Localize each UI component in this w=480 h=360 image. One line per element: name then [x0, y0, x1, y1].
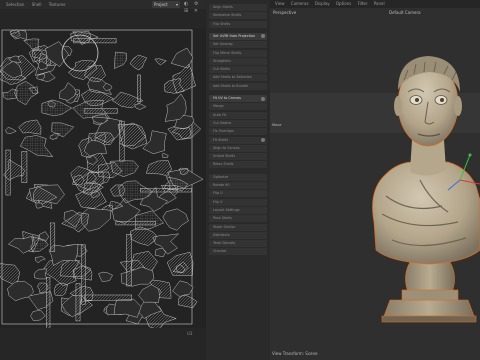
uv-menu-selection[interactable]: Selection [6, 2, 24, 7]
command-button-label: Normalize Shells [213, 13, 242, 18]
command-button[interactable]: Unfold Shells [209, 153, 267, 161]
command-button-label: Rotate 90 [213, 183, 230, 187]
command-button-label: Align to Canvas [213, 145, 240, 150]
command-button[interactable]: Add Shells to Selection [209, 74, 267, 82]
command-button[interactable]: Fix Overlaps [209, 128, 267, 136]
command-button[interactable]: Set UVMI from Projection [209, 32, 267, 40]
command-button[interactable]: Straighten [209, 57, 267, 65]
command-button[interactable]: Merge [209, 103, 267, 111]
gear-icon [261, 96, 265, 101]
command-button[interactable]: Set Unwrap [209, 41, 267, 49]
command-button[interactable]: Cut Shells [209, 66, 267, 74]
command-button[interactable]: Flip U [209, 190, 267, 198]
command-button[interactable]: Relax Shells [209, 161, 267, 169]
command-button-label: Flip Mirror Shells [213, 50, 242, 55]
command-button[interactable]: Align to Canvas [209, 144, 267, 152]
command-button-label: Relax Shells [213, 162, 234, 167]
command-button-label: Add Shells to Bundle [213, 83, 249, 88]
command-button[interactable]: Flip V [209, 198, 267, 206]
project-dropdown[interactable]: Project ▾ [152, 1, 180, 8]
command-button[interactable]: Flip Mirror Shells [209, 49, 267, 57]
command-button[interactable]: Auto Fit [209, 111, 267, 119]
command-button-label: Layout Settings [213, 207, 240, 212]
command-button-label: Distribute [213, 232, 230, 237]
command-button[interactable]: Pack Shells [209, 215, 267, 223]
command-button[interactable]: Normalize Shells [209, 12, 267, 20]
command-button-label: Set UVMI from Projection [213, 33, 256, 38]
command-button-label: Set Unwrap [213, 42, 233, 47]
uv-editor-panel: Selection Shell Textures Project ▾ ◐ ⚙ ⊞… [0, 0, 206, 360]
command-button-label: Texel Density [213, 241, 236, 246]
command-button-label: Fit Shells [213, 137, 229, 142]
command-button[interactable]: Fit UV to Canvas [209, 95, 267, 102]
command-button[interactable]: Align Shells [209, 4, 267, 11]
command-button[interactable]: Rotate 90 [209, 182, 267, 189]
gear-icon [261, 138, 265, 142]
uv-toolbar-icons[interactable]: ◐ ⚙ ⊞ ✕ [184, 1, 206, 15]
bust-model[interactable] [270, 0, 480, 360]
uv-command-panel: Align Shells Normalize Shells Flip Shells S… [206, 0, 270, 360]
command-button-label: Flip V [213, 199, 223, 204]
uv-footer-label: U3 [187, 331, 193, 336]
command-button-label: Straighten [213, 58, 231, 63]
command-button-label: Auto Fit [213, 112, 226, 117]
command-button-label: Pack Shells [213, 216, 232, 221]
command-button-label: Unfold Shells [213, 154, 236, 159]
command-button-label: Fit UV to Canvas [213, 96, 241, 100]
gear-icon [261, 34, 265, 39]
command-button[interactable]: Distribute [209, 231, 267, 239]
chevron-down-icon: ▾ [175, 2, 178, 7]
command-button[interactable]: Stack Similar [209, 223, 267, 231]
command-button[interactable]: Add Shells to Bundle [209, 82, 267, 90]
command-button-label: Add Shells to Selection [213, 75, 252, 80]
command-button-label: Merge [213, 104, 224, 109]
uv-menu-shell[interactable]: Shell [32, 2, 42, 7]
project-dropdown-value: Project [154, 2, 168, 7]
command-button-label: Checker [213, 249, 227, 254]
command-button-label: Optimize [213, 174, 229, 179]
command-button[interactable]: Checker [209, 248, 267, 256]
command-button-label: Cut Shells [213, 67, 230, 72]
command-button[interactable]: Flip Shells [209, 20, 267, 28]
command-button-label: Fix Overlaps [213, 129, 234, 134]
command-button-label: Stack Similar [213, 224, 236, 229]
uv-canvas[interactable] [0, 28, 206, 328]
command-button-label: Flip U [213, 191, 223, 196]
command-button[interactable]: Fit Shells [209, 136, 267, 144]
3d-viewport[interactable]: View Cameras Display Options Filter Pane… [270, 0, 480, 360]
command-button-label: Flip Shells [213, 21, 231, 26]
command-button[interactable]: Layout Settings [209, 206, 267, 214]
command-button-label: Align Shells [213, 5, 233, 9]
command-button[interactable]: Optimize [209, 173, 267, 181]
uv-menu-textures[interactable]: Textures [49, 2, 66, 7]
command-button-label: Cut Seams [213, 120, 232, 125]
command-button[interactable]: Cut Seams [209, 119, 267, 127]
command-button[interactable]: Texel Density [209, 240, 267, 248]
